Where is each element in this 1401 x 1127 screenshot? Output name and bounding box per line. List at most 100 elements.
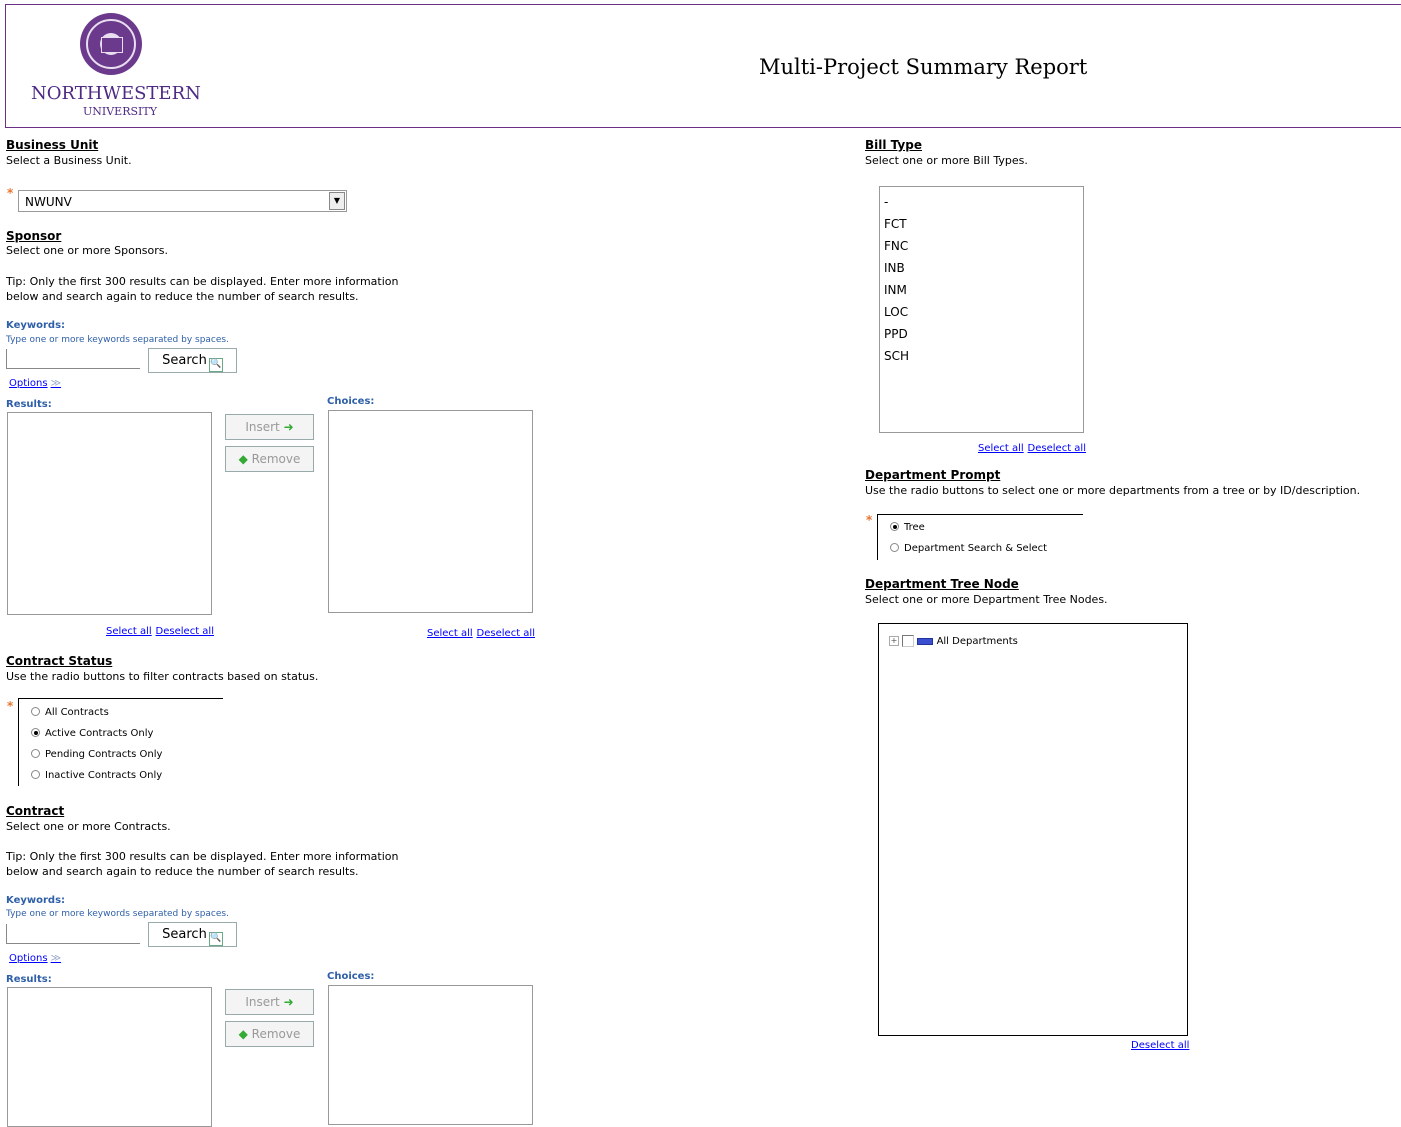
- contract-heading: Contract: [6, 804, 65, 818]
- insert-label: Insert: [245, 420, 280, 434]
- contract-description: Select one or more Contracts.: [6, 820, 171, 833]
- arrow-left-icon: ◆: [238, 1027, 248, 1041]
- search-icon: 🔍: [208, 358, 223, 372]
- deselect-all-link[interactable]: Deselect all: [1131, 1040, 1189, 1051]
- business-unit-value: NWUNV: [25, 195, 72, 209]
- business-unit-description: Select a Business Unit.: [6, 154, 132, 167]
- sponsor-keywords-hint: Type one or more keywords separated by s…: [6, 335, 229, 345]
- folder-icon: [917, 637, 934, 645]
- options-label: Options: [9, 378, 48, 389]
- search-icon: 🔍: [208, 932, 223, 946]
- sponsor-remove-button[interactable]: ◆ Remove: [225, 446, 314, 472]
- list-item[interactable]: INM: [880, 279, 1083, 301]
- radio-icon[interactable]: [31, 770, 40, 779]
- arrow-right-icon: ➜: [283, 420, 294, 434]
- list-item[interactable]: -: [880, 191, 1083, 213]
- select-all-link[interactable]: Select all: [106, 626, 152, 637]
- business-unit-heading: Business Unit: [6, 138, 99, 152]
- page-title: Multi-Project Summary Report: [759, 55, 1088, 79]
- radio-pending-contracts[interactable]: Pending Contracts Only: [31, 746, 162, 760]
- radio-label: Inactive Contracts Only: [45, 770, 163, 781]
- radio-icon[interactable]: [31, 728, 40, 737]
- radio-all-contracts[interactable]: All Contracts: [31, 704, 109, 718]
- contract-choices-list[interactable]: [328, 985, 533, 1125]
- sponsor-tip: Tip: Only the first 300 results can be d…: [6, 275, 399, 303]
- select-all-link[interactable]: Select all: [978, 443, 1024, 454]
- business-unit-select[interactable]: NWUNV ▼: [18, 190, 347, 212]
- sponsor-options-link[interactable]: Options ≫: [9, 378, 61, 389]
- contract-status-description: Use the radio buttons to filter contract…: [6, 670, 319, 683]
- deselect-all-link[interactable]: Deselect all: [156, 626, 214, 637]
- list-item[interactable]: LOC: [880, 301, 1083, 323]
- deselect-all-link[interactable]: Deselect all: [1028, 443, 1086, 454]
- contract-options-link[interactable]: Options ≫: [9, 953, 61, 964]
- radio-label: Pending Contracts Only: [45, 749, 163, 760]
- radio-label: Department Search & Select: [904, 543, 1048, 554]
- sponsor-description: Select one or more Sponsors.: [6, 244, 169, 257]
- deselect-all-link[interactable]: Deselect all: [477, 628, 535, 639]
- chevron-down-icon[interactable]: ▼: [329, 192, 345, 210]
- node-checkbox[interactable]: [902, 635, 915, 647]
- list-item[interactable]: FCT: [880, 213, 1083, 235]
- department-tree-links: Deselect all: [1131, 1037, 1189, 1051]
- tree-node-all-departments[interactable]: + All Departments: [889, 635, 1018, 647]
- list-item[interactable]: SCH: [880, 345, 1083, 367]
- sponsor-results-list[interactable]: [7, 412, 212, 615]
- sponsor-choices-list[interactable]: [328, 410, 533, 613]
- contract-keywords-label: Keywords:: [6, 895, 66, 906]
- search-button-label: Search: [162, 353, 207, 368]
- seal-book-icon: [101, 37, 123, 53]
- department-tree-box[interactable]: + All Departments: [878, 623, 1188, 1036]
- chevron-down-icon: ≫: [50, 378, 62, 389]
- radio-icon[interactable]: [890, 543, 899, 552]
- arrow-right-icon: ➜: [283, 995, 294, 1009]
- list-item[interactable]: FNC: [880, 235, 1083, 257]
- search-button-label: Search: [162, 927, 207, 942]
- sponsor-choices-links: Select all Deselect all: [427, 625, 535, 639]
- required-marker: *: [866, 513, 873, 527]
- department-tree-heading: Department Tree Node: [865, 577, 1019, 591]
- radio-inactive-contracts[interactable]: Inactive Contracts Only: [31, 767, 162, 781]
- contract-keywords-input[interactable]: [6, 924, 140, 944]
- sponsor-keywords-label: Keywords:: [6, 320, 66, 331]
- chevron-down-icon: ≫: [50, 953, 62, 964]
- expand-plus-icon[interactable]: +: [889, 636, 899, 646]
- select-all-link[interactable]: Select all: [427, 628, 473, 639]
- sponsor-choices-label: Choices:: [327, 396, 375, 407]
- remove-label: Remove: [251, 1027, 301, 1041]
- sponsor-results-links: Select all Deselect all: [106, 623, 214, 637]
- sponsor-keywords-input[interactable]: [6, 349, 140, 369]
- tree-node-label: All Departments: [936, 636, 1018, 647]
- arrow-left-icon: ◆: [238, 452, 248, 466]
- contract-remove-button[interactable]: ◆ Remove: [225, 1021, 314, 1047]
- bill-type-list[interactable]: - FCT FNC INB INM LOC PPD SCH: [879, 186, 1084, 433]
- contract-search-button[interactable]: Search 🔍: [148, 922, 237, 947]
- brand-name: NORTHWESTERN: [31, 83, 201, 104]
- brand-subtitle: UNIVERSITY: [83, 105, 157, 118]
- sponsor-insert-button[interactable]: Insert ➜: [225, 414, 314, 440]
- insert-label: Insert: [245, 995, 280, 1009]
- radio-icon[interactable]: [890, 522, 899, 531]
- radio-active-contracts[interactable]: Active Contracts Only: [31, 725, 153, 739]
- contract-results-list[interactable]: [7, 987, 212, 1127]
- department-prompt-heading: Department Prompt: [865, 468, 1001, 482]
- contract-keywords-hint: Type one or more keywords separated by s…: [6, 909, 229, 919]
- radio-label: Tree: [904, 522, 925, 533]
- bill-type-description: Select one or more Bill Types.: [865, 154, 1028, 167]
- contract-insert-button[interactable]: Insert ➜: [225, 989, 314, 1015]
- radio-icon[interactable]: [31, 707, 40, 716]
- radio-label: All Contracts: [45, 707, 109, 718]
- sponsor-search-button[interactable]: Search 🔍: [148, 348, 237, 373]
- sponsor-heading: Sponsor: [6, 229, 62, 243]
- contract-results-label: Results:: [6, 974, 52, 985]
- contract-tip: Tip: Only the first 300 results can be d…: [6, 850, 399, 878]
- radio-tree[interactable]: Tree: [890, 519, 925, 533]
- list-item[interactable]: INB: [880, 257, 1083, 279]
- department-tree-description: Select one or more Department Tree Nodes…: [865, 593, 1108, 606]
- required-marker: *: [7, 699, 14, 713]
- list-item[interactable]: PPD: [880, 323, 1083, 345]
- options-label: Options: [9, 953, 48, 964]
- radio-icon[interactable]: [31, 749, 40, 758]
- radio-department-search[interactable]: Department Search & Select: [890, 540, 1047, 554]
- sponsor-results-label: Results:: [6, 399, 52, 410]
